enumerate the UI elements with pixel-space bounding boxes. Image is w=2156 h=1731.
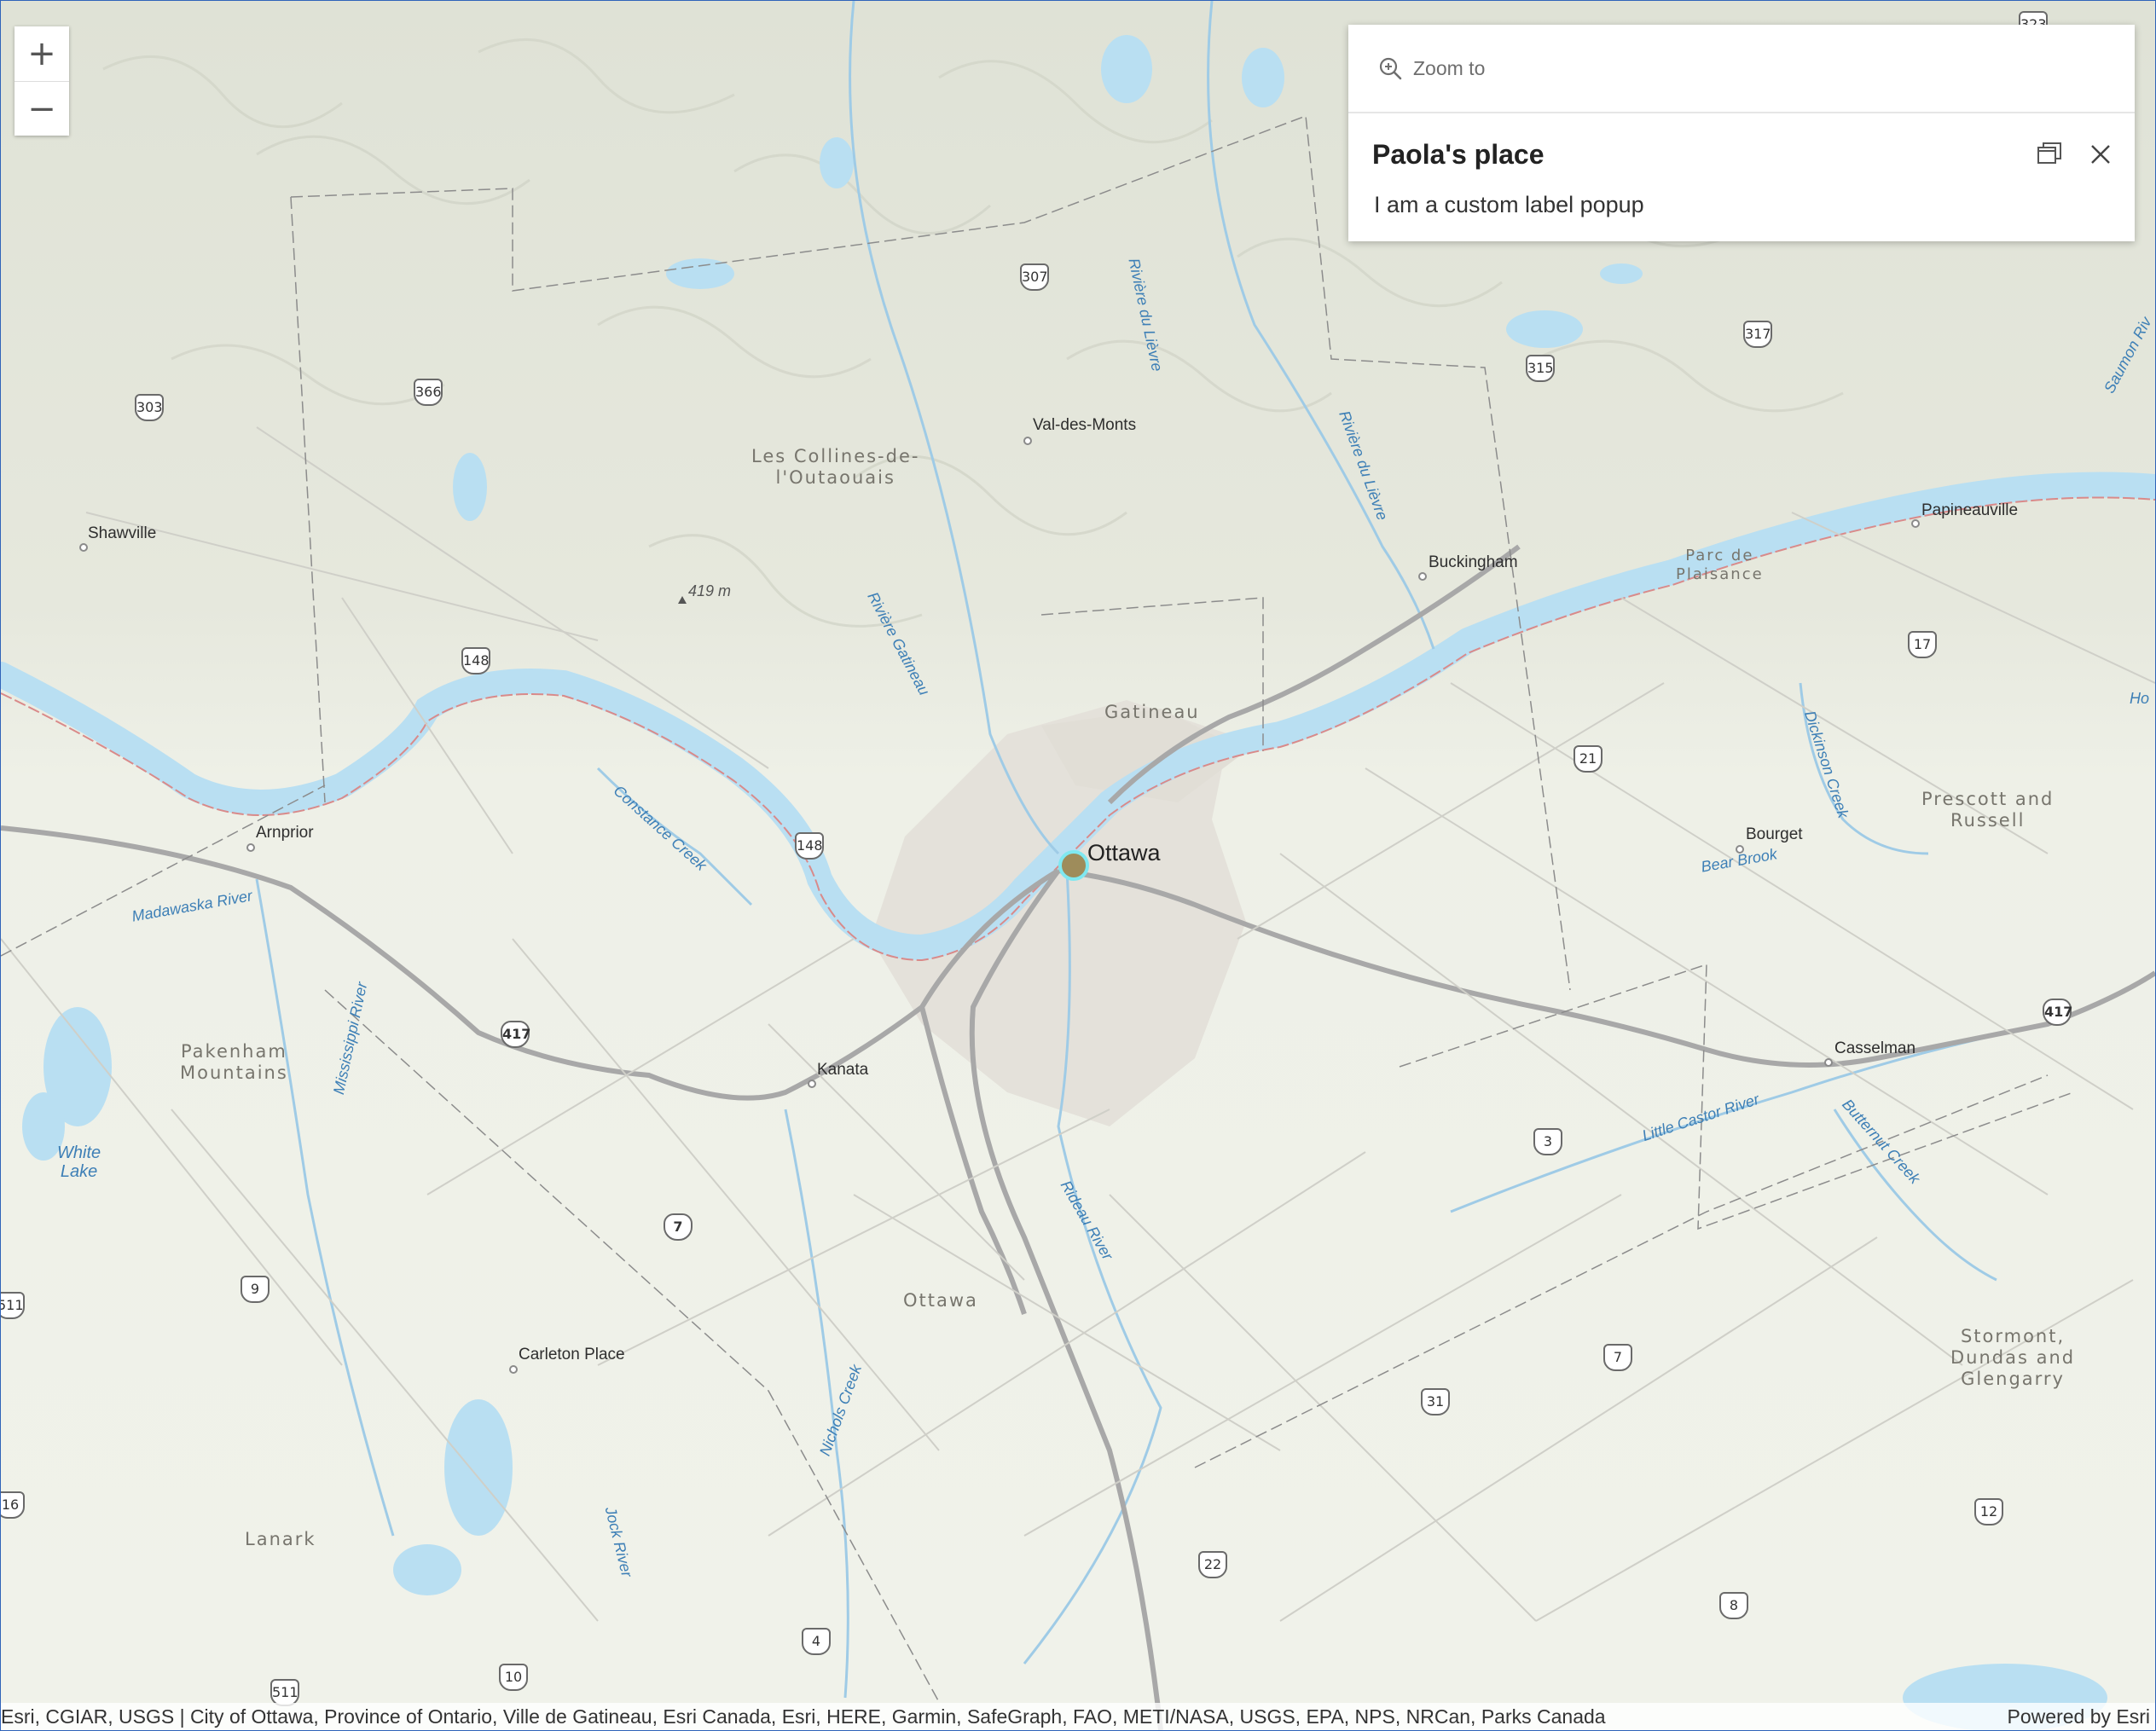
region-label-lanark: Lanark [245, 1529, 316, 1549]
place-dot [808, 1080, 816, 1088]
route-shield: 148 [795, 832, 824, 860]
dock-icon [2037, 142, 2061, 164]
highway-shield: 417 [2043, 999, 2072, 1026]
place-label-casselman: Casselman [1834, 1039, 1916, 1057]
route-shield: 3 [1533, 1128, 1562, 1155]
route-shield: 7 [1603, 1344, 1632, 1371]
route-shield: 307 [1020, 263, 1049, 291]
place-label-carleton-place: Carleton Place [519, 1346, 625, 1363]
route-shield: 21 [1574, 745, 1603, 773]
place-label-arnprior: Arnprior [256, 824, 314, 842]
attribution-bar: Esri, CGIAR, USGS | City of Ottawa, Prov… [1, 1703, 2155, 1730]
minus-icon: − [27, 89, 56, 129]
highway-shield: 417 [501, 1021, 530, 1048]
feature-marker[interactable] [1058, 850, 1089, 881]
route-shield: 8 [1719, 1592, 1748, 1619]
place-dot [79, 543, 88, 552]
route-shield: 317 [1743, 321, 1772, 348]
water-label: White Lake [57, 1143, 101, 1181]
route-shield: 17 [1908, 631, 1937, 658]
region-label-ottawa-county: Ottawa [903, 1290, 978, 1311]
region-label-prescott-russell: Prescott and Russell [1921, 789, 2055, 831]
powered-by-esri[interactable]: Powered by Esri [2008, 1705, 2150, 1728]
route-shield: 31 [1421, 1388, 1450, 1415]
zoom-to-action[interactable]: Zoom to [1348, 25, 2135, 113]
popup-title: Paola's place [1372, 139, 1545, 170]
region-label-gatineau: Gatineau [1104, 702, 1200, 722]
route-shield: 22 [1198, 1551, 1227, 1578]
place-label-val-des-monts: Val-des-Monts [1033, 416, 1137, 434]
place-dot [1824, 1058, 1833, 1067]
region-label-stormont: Stormont, Dundas and Glengarry [1950, 1326, 2076, 1389]
route-shield: 10 [499, 1664, 528, 1691]
place-dot [1418, 572, 1427, 581]
route-shield: 148 [461, 647, 490, 674]
place-label-ottawa: Ottawa [1087, 840, 1161, 866]
plus-icon: + [27, 34, 56, 73]
route-shield: 12 [1974, 1498, 2003, 1525]
feature-popup: Zoom to Paola's place I am a custom labe… [1348, 25, 2135, 241]
zoom-control: + − [14, 26, 69, 136]
route-shield: 4 [802, 1628, 831, 1655]
attribution-text[interactable]: Esri, CGIAR, USGS | City of Ottawa, Prov… [1, 1705, 1606, 1728]
place-label-bourget: Bourget [1746, 825, 1803, 843]
park-label: Parc de Plaisance [1676, 547, 1764, 583]
zoom-to-label: Zoom to [1413, 56, 1486, 79]
zoom-in-magnifier-icon [1379, 57, 1402, 80]
region-label-collines: Les Collines-de- l'Outaouais [751, 446, 920, 488]
close-icon [2091, 145, 2110, 164]
peak-elevation: 419 m [688, 582, 732, 599]
region-label-pakenham: Pakenham Mountains [180, 1041, 288, 1083]
route-shield: 16 [1, 1491, 25, 1519]
zoom-out-button[interactable]: − [14, 81, 69, 136]
place-label-papineauville: Papineauville [1921, 501, 2019, 519]
place-dot [1023, 437, 1032, 445]
route-shield: 366 [414, 379, 443, 406]
dock-button[interactable] [2032, 137, 2066, 171]
place-dot [246, 843, 255, 852]
peak-icon [678, 596, 687, 604]
place-label-shawville: Shawville [88, 524, 157, 542]
map-view[interactable]: Val-des-Monts Shawville Buckingham Papin… [0, 0, 2156, 1731]
route-shield: 9 [241, 1276, 270, 1303]
route-shield: 303 [135, 394, 164, 421]
place-label-buckingham: Buckingham [1429, 553, 1518, 571]
close-button[interactable] [2084, 137, 2118, 171]
highway-shield: 7 [664, 1213, 693, 1241]
popup-content: I am a custom label popup [1374, 192, 1644, 217]
route-shield: 511 [1, 1292, 25, 1319]
route-shield: 315 [1526, 355, 1555, 382]
place-dot [1911, 519, 1920, 528]
place-label-kanata: Kanata [817, 1061, 869, 1079]
water-label: Ho [2130, 690, 2150, 707]
place-dot [509, 1365, 518, 1374]
zoom-in-button[interactable]: + [14, 26, 69, 81]
